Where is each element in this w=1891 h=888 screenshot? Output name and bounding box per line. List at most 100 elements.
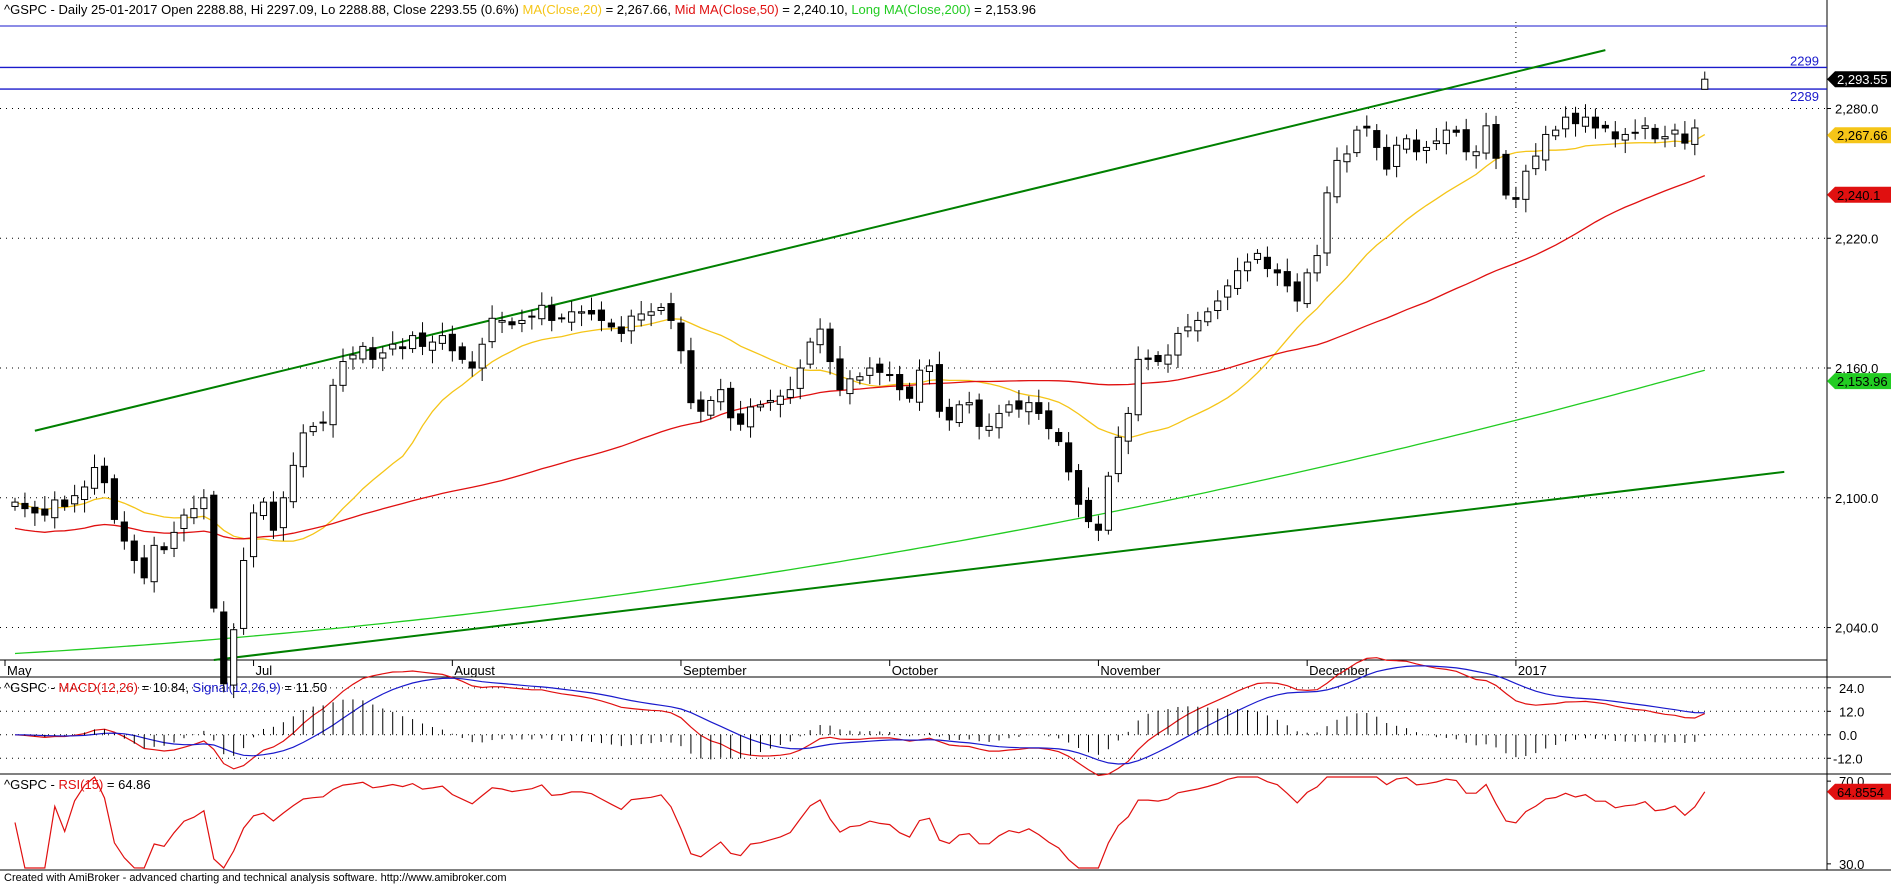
price-tag-2: 2,240.1 [1827,186,1891,203]
candle-body [1492,124,1500,159]
candle [766,389,775,411]
candle-body [826,328,834,363]
candle [1432,127,1440,151]
candle-body [1651,127,1659,140]
candle [1214,290,1222,320]
chart-canvas[interactable]: 2,040.02,100.02,160.02,220.02,280.0May Ju… [0,0,1891,888]
candle [1661,125,1669,148]
candle [170,521,178,558]
candle-body [140,557,148,579]
hline-label-2299: 2299 [1790,53,1819,68]
candle-body [1601,124,1609,129]
x-label-August: August [454,663,495,678]
candle-body [697,399,705,412]
candle [498,311,506,333]
candle-body [1134,358,1142,416]
candle [955,400,963,427]
candle-body [90,467,99,489]
candle [985,413,993,437]
candle-body [1462,129,1470,153]
candle [587,297,596,321]
candle [329,378,337,438]
x-label-December: December [1309,663,1370,678]
candle-body [1373,130,1381,148]
candle-body [1571,112,1580,125]
candle-body [1552,129,1560,137]
candle [1084,487,1093,529]
candle-body [468,361,476,369]
candle-body [1333,159,1341,198]
candle [71,484,79,513]
candle [1393,136,1401,178]
candle-body [1243,261,1252,272]
candle-body [1661,136,1669,140]
candle [120,511,128,550]
candle-body [150,544,158,583]
candle-body [1482,125,1490,154]
candle [51,491,59,529]
candle-body [1154,354,1162,363]
candle [846,370,854,405]
candle [80,480,89,513]
candle [627,309,635,344]
x-label-November: November [1100,663,1161,678]
candle-body [130,540,138,562]
candle-body [1263,256,1271,270]
candle [1502,150,1510,200]
candle [1184,313,1192,338]
candle [1224,279,1232,311]
candle-body [1184,326,1192,332]
candle-body [279,497,287,529]
candle-body [1224,285,1232,298]
candle-body [379,352,387,359]
candle-body [737,413,745,425]
candle [1134,346,1142,422]
candle-body [816,328,824,346]
x-label-September: September [683,663,747,678]
candle [806,337,814,369]
candle [727,381,735,431]
candle [1532,143,1540,176]
candle-body [945,406,953,421]
candle-body [1701,78,1709,90]
candle [488,305,496,349]
candle-body [428,341,437,351]
candle-body [1442,129,1450,145]
candle-body [1015,400,1023,410]
candle-body [836,358,844,391]
candle [896,365,904,401]
candle [1472,145,1480,169]
candle [1452,125,1460,137]
candle-body [935,364,943,412]
candle-body [1144,357,1152,360]
candle-body [1432,140,1440,145]
candle-body [1234,270,1242,289]
candle-body [1353,129,1361,154]
candle-body [1422,146,1431,151]
candle-body [230,629,238,686]
candle [1303,268,1311,308]
candle-body [1452,129,1460,133]
candle-body [31,506,39,514]
candle-body [1542,133,1550,161]
candle [538,292,546,326]
candle-body [1283,271,1291,287]
ma20-line [14,134,1706,542]
candle [1174,326,1182,369]
candle-body [1641,125,1649,129]
candle-body [915,369,924,403]
candle [1333,147,1341,204]
candle-body [359,345,367,360]
candle [1482,112,1490,160]
candle-body [1303,272,1311,305]
candle [1234,257,1242,295]
y-tick-label-2040: 2,040.0 [1835,621,1878,636]
rsi-line [14,776,1706,869]
candle [876,357,884,386]
candle-body [249,512,258,558]
candle [21,492,29,518]
candle [1104,471,1112,535]
candle [1273,263,1281,286]
candle [150,536,158,593]
candle-body [707,399,715,416]
